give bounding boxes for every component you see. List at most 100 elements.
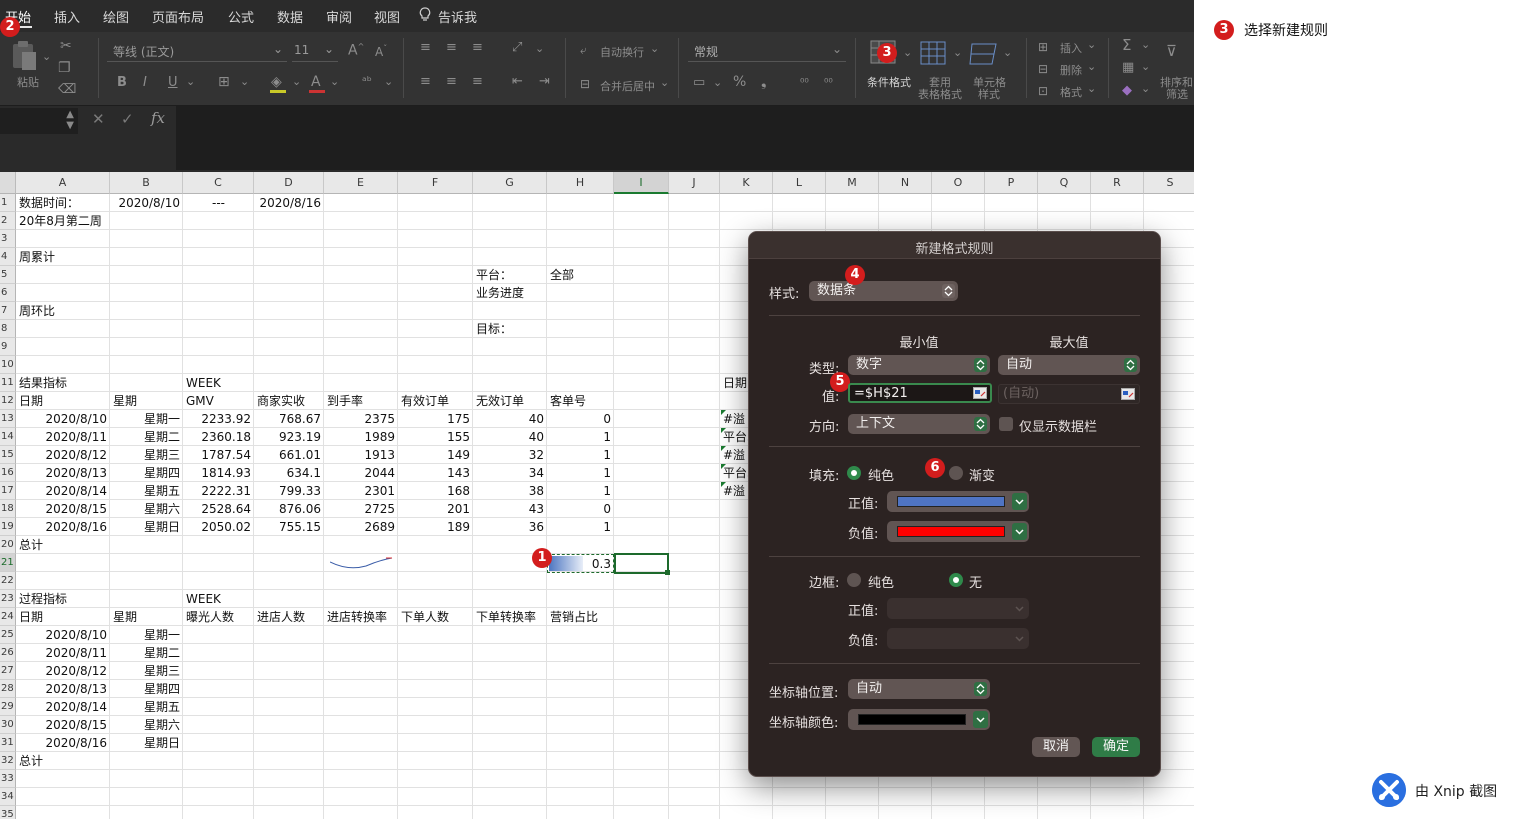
cell-b25[interactable]: 星期一: [110, 626, 183, 644]
row-header-32[interactable]: 32: [0, 752, 16, 770]
cell-e13[interactable]: 2375: [324, 410, 398, 428]
style-select[interactable]: 数据条: [809, 281, 958, 301]
cell-e15[interactable]: 1913: [324, 446, 398, 464]
chevron-down-icon[interactable]: ⌄: [713, 76, 722, 89]
cell-b12[interactable]: 星期: [110, 392, 183, 410]
column-header-h[interactable]: H: [547, 172, 614, 194]
cancel-button[interactable]: 取消: [1032, 737, 1080, 757]
column-header-c[interactable]: C: [183, 172, 254, 194]
show-bar-only-checkbox[interactable]: [999, 417, 1013, 431]
cell-e24[interactable]: 进店转换率: [324, 608, 398, 626]
cell-c12[interactable]: GMV: [183, 392, 254, 410]
cell-f12[interactable]: 有效订单: [398, 392, 473, 410]
cell-a13[interactable]: 2020/8/10: [16, 410, 110, 428]
stepper-icon[interactable]: ▲ ▼: [66, 109, 74, 131]
cell-f24[interactable]: 下单人数: [398, 608, 473, 626]
column-header-i[interactable]: I: [614, 172, 669, 194]
tab-tell-me[interactable]: 告诉我: [438, 7, 477, 26]
cell-f14[interactable]: 155: [398, 428, 473, 446]
chevron-down-icon[interactable]: ⌄: [535, 42, 544, 55]
row-header-25[interactable]: 25: [0, 626, 16, 644]
cell-a24[interactable]: 日期: [16, 608, 110, 626]
ok-button[interactable]: 确定: [1092, 737, 1140, 757]
cell-d19[interactable]: 755.15: [254, 518, 324, 536]
align-bottom-icon[interactable]: ≡: [472, 40, 483, 55]
cell-g19[interactable]: 36: [473, 518, 547, 536]
row-header-19[interactable]: 19: [0, 518, 16, 536]
cell-g18[interactable]: 43: [473, 500, 547, 518]
cell-h14[interactable]: 1: [547, 428, 614, 446]
column-header-f[interactable]: F: [398, 172, 473, 194]
row-header-24[interactable]: 24: [0, 608, 16, 626]
tab-draw[interactable]: 绘图: [103, 7, 129, 26]
font-size-box[interactable]: 11 ⌄: [292, 40, 338, 62]
cell-b27[interactable]: 星期三: [110, 662, 183, 680]
cell-a19[interactable]: 2020/8/16: [16, 518, 110, 536]
cell-a12[interactable]: 日期: [16, 392, 110, 410]
cell-e18[interactable]: 2725: [324, 500, 398, 518]
cell-b19[interactable]: 星期日: [110, 518, 183, 536]
column-header-k[interactable]: K: [720, 172, 773, 194]
chevron-down-icon[interactable]: ⌄: [292, 75, 301, 88]
min-type-select[interactable]: 数字: [848, 355, 990, 375]
cell-b16[interactable]: 星期四: [110, 464, 183, 482]
chevron-down-icon[interactable]: ⌄: [1141, 60, 1150, 73]
cell-b18[interactable]: 星期六: [110, 500, 183, 518]
cell-b14[interactable]: 星期二: [110, 428, 183, 446]
delete-cells-icon[interactable]: ⊟: [1038, 62, 1048, 76]
cell-b15[interactable]: 星期三: [110, 446, 183, 464]
min-value-input[interactable]: =$H$21: [848, 383, 992, 403]
autosum-icon[interactable]: Σ: [1122, 36, 1131, 54]
cell-styles-icon[interactable]: [968, 40, 1000, 68]
column-header-e[interactable]: E: [324, 172, 398, 194]
cell-a32[interactable]: 总计: [16, 752, 236, 770]
cell-h17[interactable]: 1: [547, 482, 614, 500]
cell-h15[interactable]: 1: [547, 446, 614, 464]
merge-center-button[interactable]: 合并后居中: [600, 78, 655, 94]
cell-g16[interactable]: 34: [473, 464, 547, 482]
chevron-down-icon[interactable]: ⌄: [650, 42, 659, 55]
cell-h13[interactable]: 0: [547, 410, 614, 428]
max-type-select[interactable]: 自动: [998, 355, 1140, 375]
cell-c14[interactable]: 2360.18: [183, 428, 254, 446]
column-header-n[interactable]: N: [879, 172, 932, 194]
cell-h21[interactable]: 0.3: [547, 555, 614, 573]
row-header-7[interactable]: 7: [0, 302, 16, 320]
row-header-4[interactable]: 4: [0, 248, 16, 266]
row-header-15[interactable]: 15: [0, 446, 16, 464]
increase-font-icon[interactable]: A^: [348, 42, 364, 59]
cell-g6[interactable]: 业务进度: [473, 284, 547, 302]
row-header-6[interactable]: 6: [0, 284, 16, 302]
cell-a7[interactable]: 周环比: [16, 302, 236, 320]
cell-e17[interactable]: 2301: [324, 482, 398, 500]
fx-icon[interactable]: fx: [151, 109, 165, 127]
cell-c11[interactable]: WEEK: [183, 374, 254, 392]
increase-indent-icon[interactable]: ⇥: [539, 74, 550, 89]
border-none-radio[interactable]: [949, 573, 963, 587]
number-format-box[interactable]: 常规 ⌄: [688, 40, 846, 62]
border-positive-color-well[interactable]: [887, 598, 1029, 619]
align-right-icon[interactable]: ≡: [472, 74, 483, 89]
cell-d17[interactable]: 799.33: [254, 482, 324, 500]
italic-icon[interactable]: I: [143, 75, 147, 90]
row-header-10[interactable]: 10: [0, 356, 16, 374]
chevron-down-icon[interactable]: ⌄: [330, 75, 339, 88]
tab-page-layout[interactable]: 页面布局: [152, 7, 204, 26]
column-header-o[interactable]: O: [932, 172, 985, 194]
cell-b31[interactable]: 星期日: [110, 734, 183, 752]
conditional-format-button[interactable]: 条件格式: [867, 74, 911, 90]
row-header-29[interactable]: 29: [0, 698, 16, 716]
cell-d12[interactable]: 商家实收: [254, 392, 324, 410]
borders-icon[interactable]: ⊞: [218, 74, 230, 90]
chevron-down-icon[interactable]: ⌄: [1003, 46, 1012, 59]
row-header-34[interactable]: 34: [0, 788, 16, 806]
row-header-31[interactable]: 31: [0, 734, 16, 752]
cell-a27[interactable]: 2020/8/12: [16, 662, 110, 680]
cell-a14[interactable]: 2020/8/11: [16, 428, 110, 446]
align-top-icon[interactable]: ≡: [420, 40, 431, 55]
cut-icon[interactable]: ✂: [60, 38, 72, 54]
increase-decimal-icon[interactable]: ⁰⁰: [800, 76, 809, 89]
wrap-text-icon[interactable]: ⤶: [580, 43, 587, 58]
cell-f16[interactable]: 143: [398, 464, 473, 482]
cell-styles-label-2[interactable]: 样式: [978, 86, 1000, 102]
